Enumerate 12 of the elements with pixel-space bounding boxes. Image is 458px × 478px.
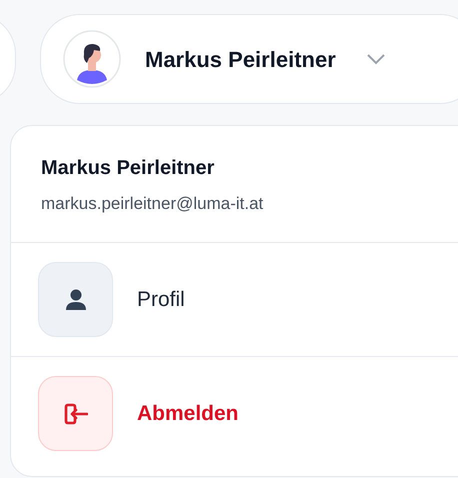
logout-icon <box>64 402 88 424</box>
chevron-down-icon <box>366 53 386 65</box>
menu-item[interactable]: Profil <box>11 243 458 357</box>
menu-item-label: Abmelden <box>137 400 239 427</box>
user-email: markus.peirleitner@luma-it.at <box>41 193 264 215</box>
menu-item-label: Profil <box>137 286 185 313</box>
menu-item[interactable]: Abmelden <box>11 357 458 470</box>
menu-user-name: Markus Peirleitner <box>41 156 216 181</box>
person-icon <box>66 288 86 310</box>
avatar-icon <box>63 30 121 88</box>
user-name: Markus Peirleitner <box>145 46 336 74</box>
user-menu-button[interactable]: Markus Peirleitner <box>40 14 458 104</box>
